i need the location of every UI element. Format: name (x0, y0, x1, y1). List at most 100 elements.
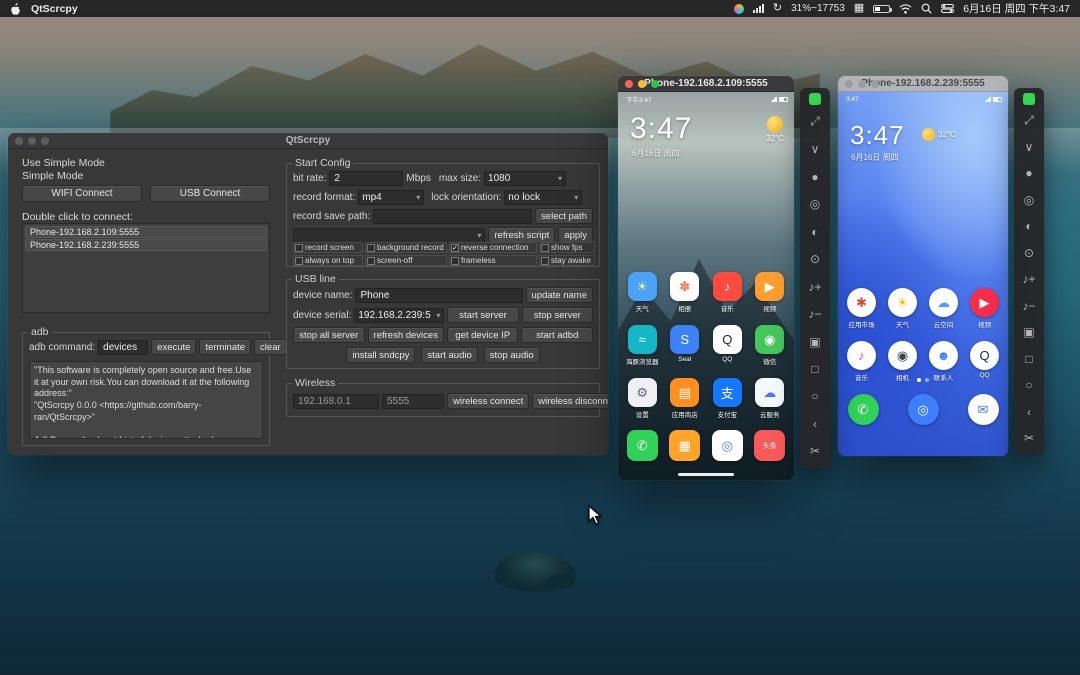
weather-widget[interactable]: 32°C (922, 128, 956, 141)
collapse-icon[interactable]: ∨ (1018, 136, 1040, 158)
phone1-titlebar[interactable]: Phone-192.168.2.109:5555 (618, 76, 794, 92)
clear-button[interactable]: clear (254, 339, 287, 355)
app-switch-icon[interactable]: ▣ (1018, 321, 1040, 343)
app-应用商店[interactable]: ▤ 应用商店 (664, 378, 707, 419)
screenshot-icon[interactable]: ✂ (1018, 427, 1040, 449)
power-icon[interactable]: ⊙ (804, 248, 826, 270)
close-button[interactable] (625, 79, 633, 88)
minimize-button[interactable] (638, 79, 646, 88)
fullscreen-icon[interactable]: ⤢ (804, 111, 826, 133)
close-button[interactable] (15, 136, 23, 145)
keyboard-grid-icon[interactable]: ▦ (854, 3, 864, 14)
device-list-item[interactable]: Phone-192.168.2.239:5555 (25, 239, 267, 251)
search-icon[interactable] (921, 3, 932, 14)
touch-icon[interactable]: ● (1018, 162, 1040, 184)
checkbox-always-on-top[interactable]: always on top (293, 255, 363, 266)
volume-down-icon[interactable]: ♪− (804, 303, 826, 325)
adb-log-output[interactable]: "This software is completely open source… (29, 361, 263, 439)
app-天气[interactable]: ☀ 天气 (621, 272, 664, 313)
start-adbd-button[interactable]: start adbd (521, 327, 594, 343)
app-toutiao-app[interactable]: 头条 (749, 430, 792, 461)
menu-icon[interactable]: ○ (804, 385, 826, 407)
volume-down-icon[interactable]: ♪− (1018, 295, 1040, 317)
usb-connect-button[interactable]: USB Connect (150, 185, 270, 202)
volume-up-icon[interactable]: ♪+ (1018, 268, 1040, 290)
app-phone-app[interactable]: ✆ (841, 394, 885, 425)
device-name-input[interactable] (355, 287, 523, 303)
sync-icon[interactable]: ↻ (773, 3, 782, 14)
zoom-button[interactable] (871, 79, 879, 88)
get-device-IP-button[interactable]: get device IP (446, 327, 519, 343)
app-联系人[interactable]: ☻ 联系人 (923, 341, 964, 382)
battery-status-text[interactable]: 31%~17753 (791, 3, 845, 14)
install-sndcpy-button[interactable]: install sndcpy (346, 347, 416, 363)
app-云服务[interactable]: ☁ 云服务 (749, 378, 792, 419)
qtscrcpy-titlebar[interactable]: QtScrcpy (8, 133, 608, 149)
app-天气[interactable]: ☀ 天气 (882, 288, 923, 329)
home-icon[interactable]: □ (804, 358, 826, 380)
app-phone-app[interactable]: ✆ (621, 430, 664, 461)
phone2-titlebar[interactable]: Phone-192.168.2.239:5555 (838, 76, 1008, 92)
device-list-item[interactable]: Phone-192.168.2.109:5555 (25, 226, 267, 238)
app-files-app[interactable]: ▦ (664, 430, 707, 461)
app-QQ[interactable]: Q QQ (964, 341, 1005, 382)
update-name-button[interactable]: update name (525, 287, 593, 303)
wifi-connect-button[interactable]: WIFI Connect (22, 185, 142, 202)
checkbox-screen-off[interactable]: screen-off (365, 255, 447, 266)
stop-all-server-button[interactable]: stop all server (293, 327, 365, 343)
bit-rate-input[interactable] (329, 170, 404, 186)
start-server-button[interactable]: start server (447, 307, 519, 323)
checkbox-reverse-connection[interactable]: ✓ reverse connection (449, 242, 537, 253)
apply-button[interactable]: apply (558, 227, 593, 243)
home-icon[interactable]: □ (1018, 348, 1040, 370)
start-audio-button[interactable]: start audio (421, 347, 478, 363)
simple-mode-label[interactable]: Simple Mode (22, 170, 83, 182)
battery-icon[interactable] (873, 4, 893, 13)
use-simple-mode-label[interactable]: Use Simple Mode (22, 157, 105, 169)
volume-up-icon[interactable]: ♪+ (804, 276, 826, 298)
zoom-button[interactable] (651, 79, 659, 88)
screen-toggle-icon[interactable]: ◎ (804, 193, 826, 215)
app-设置[interactable]: ⚙ 设置 (621, 378, 664, 419)
screenshot-icon[interactable]: ✂ (804, 440, 826, 462)
touch-icon[interactable]: ● (804, 166, 826, 188)
app-音乐[interactable]: ♪ 音乐 (841, 341, 882, 382)
close-button[interactable] (845, 79, 853, 88)
refresh-script-button[interactable]: refresh script (488, 227, 556, 243)
minimize-button[interactable] (858, 79, 866, 88)
collapse-icon[interactable]: ∨ (804, 138, 826, 160)
fullscreen-icon[interactable]: ⤢ (1018, 109, 1040, 131)
stop-server-button[interactable]: stop server (521, 307, 594, 323)
minimize-button[interactable] (28, 136, 36, 145)
checkbox-frameless[interactable]: frameless (449, 255, 537, 266)
script-select[interactable]: ▾ (293, 227, 486, 243)
night-mode-icon[interactable]: ◐ (1018, 215, 1040, 237)
app-视频[interactable]: ▶ 视频 (964, 288, 1005, 329)
execute-button[interactable]: execute (151, 339, 197, 355)
app-browser-app[interactable]: ◎ (706, 430, 749, 461)
app-messages-app[interactable]: ✉ (961, 394, 1005, 425)
app-微信[interactable]: ◉ 微信 (749, 325, 792, 366)
wireless-connect-button[interactable]: wireless connect (447, 393, 530, 409)
menu-bar-datetime[interactable]: 6月16日 周四 下午3:47 (963, 1, 1070, 16)
app-Seal[interactable]: S Seal (664, 325, 707, 366)
app-相机[interactable]: ◉ 相机 (882, 341, 923, 382)
device-serial-select[interactable]: 192.168.2.239:5 ▾ (354, 307, 445, 323)
device-list[interactable]: Phone-192.168.2.109:5555 Phone-192.168.2.… (22, 223, 270, 313)
stop-audio-button[interactable]: stop audio (483, 347, 540, 363)
control-center-icon[interactable] (941, 4, 955, 13)
status-app-icon[interactable] (733, 3, 744, 14)
signal-bars-icon[interactable] (752, 4, 764, 13)
wireless-port-input[interactable] (382, 393, 444, 409)
screen-toggle-icon[interactable]: ◎ (1018, 189, 1040, 211)
phone1-screen[interactable]: 下午3:47 3:47 6月16日 周四 32°C ☀ 天气 ✽ 相册 ♪ 音乐 ▶ 视频 ≈ 海… (618, 92, 794, 480)
max-size-select[interactable]: 1080 ▾ (484, 170, 567, 186)
checkbox-background-record[interactable]: background record (365, 242, 447, 253)
app-云空间[interactable]: ☁ 云空间 (923, 288, 964, 329)
weather-widget[interactable]: 32°C (766, 116, 784, 143)
back-icon[interactable]: ‹ (804, 413, 826, 435)
record-save-path-input[interactable] (373, 208, 533, 224)
app-switch-icon[interactable]: ▣ (804, 331, 826, 353)
clock-widget[interactable]: 3:47 (850, 120, 905, 151)
wireless-disconnect-button[interactable]: wireless disconnect (532, 393, 608, 409)
